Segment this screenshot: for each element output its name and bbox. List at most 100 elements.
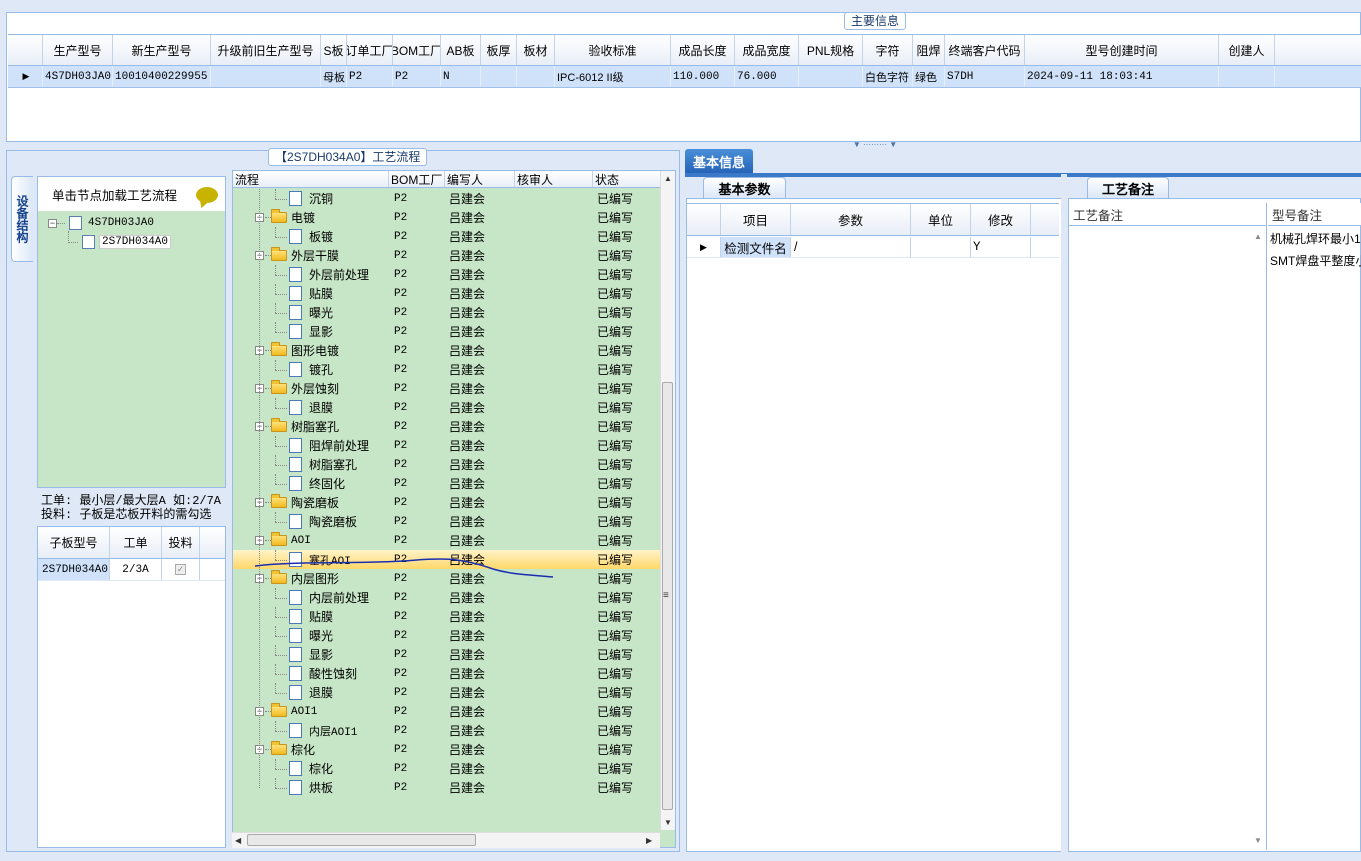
flow-name-cell[interactable]: 曝光 [233,303,389,322]
flow-hscroll-thumb[interactable] [247,834,476,846]
feed-checkbox[interactable]: ✓ [175,564,186,575]
status-cell[interactable]: 已编写 [593,247,653,264]
main-cell[interactable]: 110.000 [671,66,735,87]
edit-cell[interactable]: Y [971,237,1031,257]
unit-cell[interactable] [911,237,971,257]
writer-cell[interactable]: 吕建会 [445,228,515,245]
status-cell[interactable]: 已编写 [593,456,653,473]
status-cell[interactable]: 已编写 [593,703,653,720]
flow-name-cell[interactable]: − 内层图形 [233,569,389,588]
main-col-header[interactable]: 成品宽度 [735,35,799,65]
flow-name-cell[interactable]: 曝光 [233,626,389,645]
flow-row[interactable]: 显影 P2 吕建会 已编写 [233,322,661,341]
status-cell[interactable]: 已编写 [593,437,653,454]
main-col-header[interactable]: 升级前旧生产型号 [211,35,321,65]
flow-row[interactable]: 退膜 P2 吕建会 已编写 [233,398,661,417]
main-cell[interactable]: 绿色 [913,66,945,87]
main-cell[interactable] [481,66,517,87]
vertical-splitter[interactable] [1061,174,1067,852]
collapse-icon[interactable]: − [48,218,57,228]
writer-cell[interactable]: 吕建会 [445,570,515,587]
scroll-right-icon[interactable]: ▶ [646,836,652,845]
flow-row[interactable]: 曝光 P2 吕建会 已编写 [233,626,661,645]
status-cell[interactable]: 已编写 [593,399,653,416]
bom-cell[interactable]: P2 [389,307,445,319]
sub-model-cell[interactable]: 2S7DH034A0 [38,559,110,580]
status-cell[interactable]: 已编写 [593,627,653,644]
flow-row[interactable]: 内层前处理 P2 吕建会 已编写 [233,588,661,607]
flow-row[interactable]: 贴膜 P2 吕建会 已编写 [233,284,661,303]
main-cell[interactable] [517,66,555,87]
flow-name-cell[interactable]: 板镀 [233,227,389,246]
main-col-header[interactable]: 板材 [517,35,555,65]
writer-cell[interactable]: 吕建会 [445,247,515,264]
main-col-header[interactable]: 新生产型号 [113,35,211,65]
col-flow[interactable]: 流程 [233,171,389,187]
status-cell[interactable]: 已编写 [593,266,653,283]
flow-name-cell[interactable]: 显影 [233,645,389,664]
writer-cell[interactable]: 吕建会 [445,304,515,321]
main-col-header[interactable]: PNL规格 [799,35,863,65]
bom-cell[interactable]: P2 [389,212,445,224]
flow-name-cell[interactable]: 贴膜 [233,607,389,626]
col-feed[interactable]: 投料 [162,527,200,558]
bom-cell[interactable]: P2 [389,459,445,471]
col-item[interactable]: 项目 [721,204,791,235]
scroll-up-icon[interactable]: ▲ [664,174,672,183]
main-cell[interactable]: P2 [347,66,393,87]
bom-cell[interactable]: P2 [389,516,445,528]
col-status[interactable]: 状态 [593,171,661,187]
status-cell[interactable]: 已编写 [593,722,653,739]
flow-row[interactable]: 终固化 P2 吕建会 已编写 [233,474,661,493]
bom-cell[interactable]: P2 [389,725,445,737]
flow-row[interactable]: 烘板 P2 吕建会 已编写 [233,778,661,797]
writer-cell[interactable]: 吕建会 [445,475,515,492]
main-cell[interactable] [799,66,863,87]
flow-row[interactable]: 棕化 P2 吕建会 已编写 [233,759,661,778]
writer-cell[interactable]: 吕建会 [445,589,515,606]
status-cell[interactable]: 已编写 [593,361,653,378]
flow-name-cell[interactable]: − 树脂塞孔 [233,417,389,436]
writer-cell[interactable]: 吕建会 [445,779,515,796]
status-cell[interactable]: 已编写 [593,570,653,587]
scroll-down-icon[interactable]: ▼ [1254,836,1262,845]
bom-cell[interactable]: P2 [389,345,445,357]
flow-row[interactable]: 陶瓷磨板 P2 吕建会 已编写 [233,512,661,531]
flow-name-cell[interactable]: 阻焊前处理 [233,436,389,455]
main-cell[interactable]: P2 [393,66,441,87]
writer-cell[interactable]: 吕建会 [445,209,515,226]
writer-cell[interactable]: 吕建会 [445,456,515,473]
flow-name-cell[interactable]: 树脂塞孔 [233,455,389,474]
main-col-header[interactable]: 板厚 [481,35,517,65]
status-cell[interactable]: 已编写 [593,551,653,568]
flow-row[interactable]: 曝光 P2 吕建会 已编写 [233,303,661,322]
tab-craft-notes[interactable]: 工艺备注 [1087,177,1169,198]
main-cell[interactable]: N [441,66,481,87]
bom-cell[interactable]: P2 [389,535,445,547]
bom-cell[interactable]: P2 [389,611,445,623]
flow-name-cell[interactable]: 塞孔AOI [233,550,389,569]
bom-cell[interactable]: P2 [389,554,445,566]
flow-row[interactable]: 树脂塞孔 P2 吕建会 已编写 [233,455,661,474]
flow-row[interactable]: − 外层干膜 P2 吕建会 已编写 [233,246,661,265]
table-row[interactable]: ▶ 检测文件名 / Y [687,237,1059,258]
bom-cell[interactable]: P2 [389,231,445,243]
flow-name-cell[interactable]: 终固化 [233,474,389,493]
flow-row[interactable]: 酸性蚀刻 P2 吕建会 已编写 [233,664,661,683]
status-cell[interactable]: 已编写 [593,513,653,530]
main-cell[interactable]: 4S7DH03JA0 [43,66,113,87]
writer-cell[interactable]: 吕建会 [445,190,515,207]
tab-basic-info[interactable]: 基本信息 [685,149,753,173]
flow-name-cell[interactable]: 退膜 [233,398,389,417]
writer-cell[interactable]: 吕建会 [445,551,515,568]
writer-cell[interactable]: 吕建会 [445,361,515,378]
bom-cell[interactable]: P2 [389,782,445,794]
status-cell[interactable]: 已编写 [593,304,653,321]
col-writer[interactable]: 编写人 [445,171,515,187]
status-cell[interactable]: 已编写 [593,342,653,359]
flow-name-cell[interactable]: 内层AOI1 [233,721,389,740]
writer-cell[interactable]: 吕建会 [445,285,515,302]
flow-row[interactable]: − 树脂塞孔 P2 吕建会 已编写 [233,417,661,436]
status-cell[interactable]: 已编写 [593,646,653,663]
table-row[interactable]: 2S7DH034A0 2/3A ✓ [38,559,225,581]
